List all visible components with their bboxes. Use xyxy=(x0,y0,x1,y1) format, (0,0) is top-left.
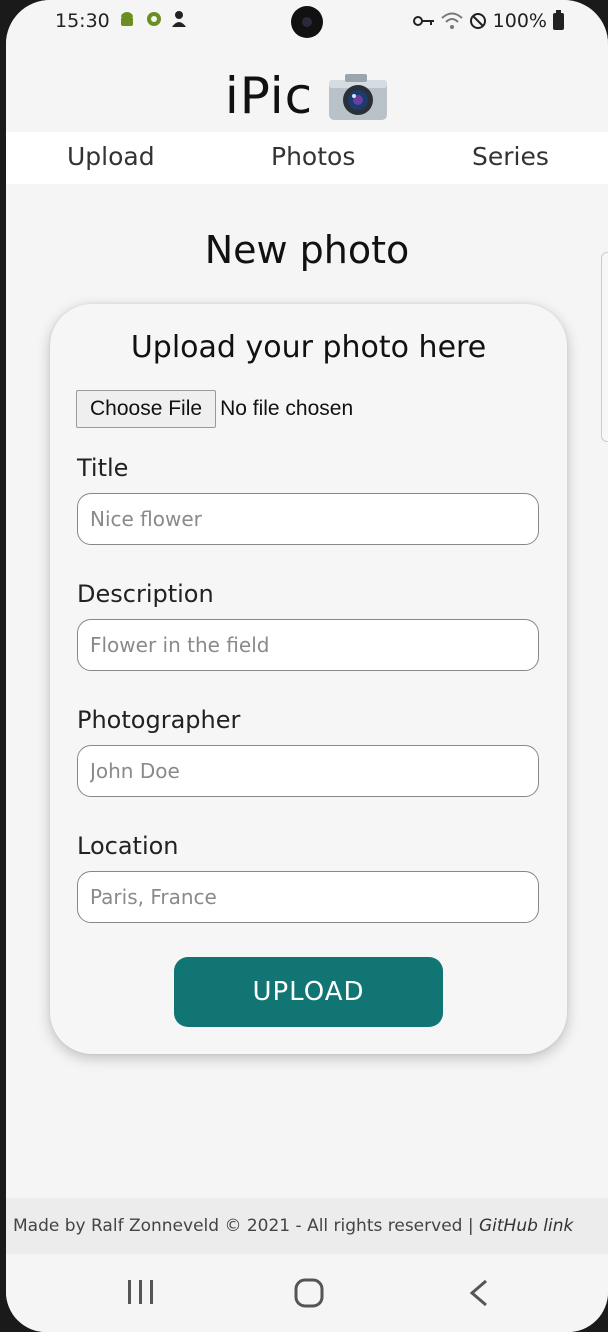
recent-apps-icon[interactable] xyxy=(124,1278,158,1306)
footer-text: Made by Ralf Zonneveld © 2021 - All righ… xyxy=(13,1216,479,1236)
status-time: 15:30 xyxy=(55,10,110,32)
do-not-disturb-icon xyxy=(469,13,486,29)
android-icon xyxy=(121,12,133,26)
back-icon[interactable] xyxy=(466,1278,492,1308)
nav-photos[interactable]: Photos xyxy=(271,142,355,171)
choose-file-button[interactable]: Choose File xyxy=(76,390,217,428)
nav-upload[interactable]: Upload xyxy=(67,142,155,171)
card-title: Upload your photo here xyxy=(130,330,487,365)
wifi-icon xyxy=(441,12,463,29)
upload-card: Upload your photo here Choose File No fi… xyxy=(50,304,567,1054)
title-input[interactable] xyxy=(77,493,539,545)
nav-series[interactable]: Series xyxy=(472,142,549,171)
front-camera xyxy=(291,6,323,38)
footer: Made by Ralf Zonneveld © 2021 - All righ… xyxy=(6,1198,608,1254)
phone-screen: 15:30 100% iPic Upload Photos Series New… xyxy=(6,0,608,1332)
battery-percentage: 100% xyxy=(492,10,547,32)
page-title: New photo xyxy=(204,228,410,272)
camera-icon xyxy=(327,70,389,122)
file-status: No file chosen xyxy=(220,397,354,420)
scroll-handle[interactable] xyxy=(601,252,608,442)
location-label: Location xyxy=(77,832,179,860)
title-label: Title xyxy=(77,454,129,482)
android-settings-icon xyxy=(147,12,161,26)
upload-button[interactable]: UPLOAD xyxy=(174,957,443,1027)
file-picker: Choose File No file chosen xyxy=(76,390,353,428)
app-title: iPic xyxy=(224,67,314,125)
home-icon[interactable] xyxy=(294,1278,324,1308)
main-nav: Upload Photos Series xyxy=(6,132,608,184)
description-label: Description xyxy=(77,580,214,608)
photographer-input[interactable] xyxy=(77,745,539,797)
notification-icons xyxy=(118,10,186,28)
vpn-key-icon xyxy=(412,16,434,26)
photographer-label: Photographer xyxy=(77,706,241,734)
system-nav-bar xyxy=(6,1254,608,1332)
location-input[interactable] xyxy=(77,871,539,923)
status-bar: 15:30 100% xyxy=(6,0,608,42)
battery-icon xyxy=(553,9,564,30)
description-input[interactable] xyxy=(77,619,539,671)
app-header: iPic xyxy=(6,60,608,132)
person-icon xyxy=(172,11,186,27)
system-icons: 100% xyxy=(412,9,564,32)
github-link[interactable]: GitHub link xyxy=(479,1216,573,1236)
